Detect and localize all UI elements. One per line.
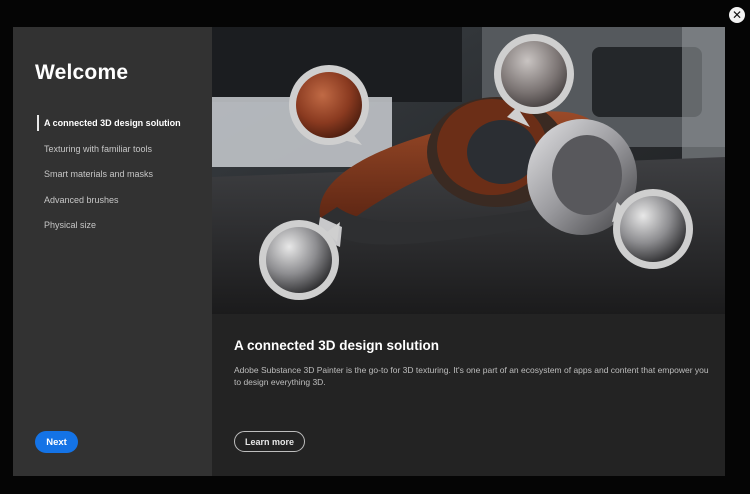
- close-icon: ✕: [731, 8, 743, 22]
- nav-item-connected-3d[interactable]: A connected 3D design solution: [13, 115, 212, 141]
- content-panel: A connected 3D design solution Adobe Sub…: [212, 314, 725, 476]
- nav-item-physical-size[interactable]: Physical size: [13, 217, 212, 243]
- nav-item-texturing[interactable]: Texturing with familiar tools: [13, 141, 212, 167]
- learn-more-button[interactable]: Learn more: [234, 431, 305, 452]
- sidebar-nav: A connected 3D design solution Texturing…: [13, 115, 212, 243]
- nav-item-smart-materials[interactable]: Smart materials and masks: [13, 166, 212, 192]
- content-title: A connected 3D design solution: [234, 338, 440, 353]
- next-button[interactable]: Next: [35, 431, 78, 453]
- content-description: Adobe Substance 3D Painter is the go-to …: [234, 365, 709, 387]
- welcome-title: Welcome: [35, 61, 129, 84]
- sidebar: Welcome A connected 3D design solution T…: [13, 27, 212, 476]
- hero-image: [212, 27, 725, 314]
- headphones-illustration: [212, 27, 725, 314]
- nav-item-advanced-brushes[interactable]: Advanced brushes: [13, 192, 212, 218]
- leather-material-bubble: [289, 65, 369, 145]
- close-button[interactable]: ✕: [729, 7, 745, 23]
- welcome-dialog: Welcome A connected 3D design solution T…: [13, 27, 725, 476]
